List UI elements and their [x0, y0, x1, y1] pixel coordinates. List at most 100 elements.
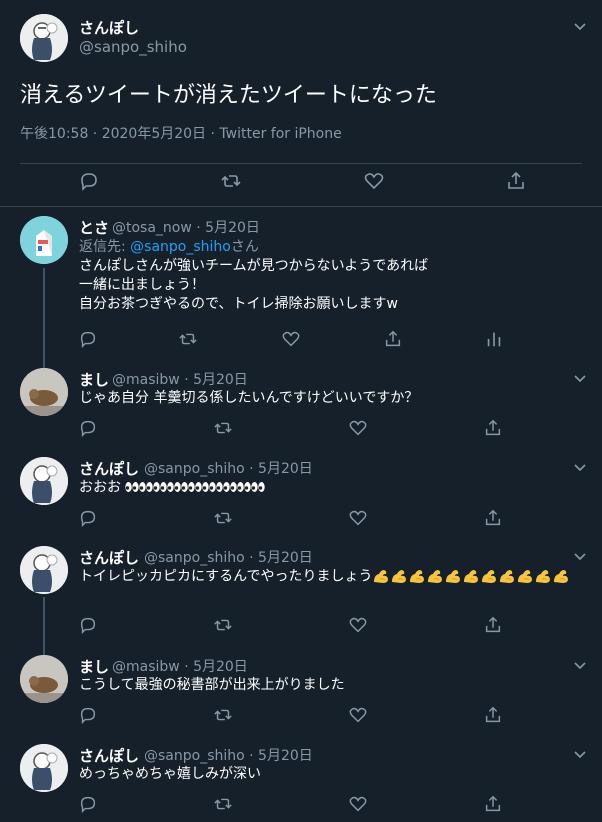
- tweet-text-line: おおお: [79, 479, 121, 496]
- avatar[interactable]: [20, 546, 68, 594]
- like-icon[interactable]: [348, 418, 368, 438]
- eyes-emoji-strip: [125, 478, 266, 497]
- reply-to-handle-link[interactable]: @sanpo_shiho: [130, 239, 231, 255]
- eyes-emoji: [153, 482, 168, 492]
- like-icon[interactable]: [348, 508, 368, 528]
- reply-icon[interactable]: [78, 170, 100, 192]
- author-name[interactable]: さんぽし: [79, 745, 139, 766]
- eyes-emoji: [195, 482, 210, 492]
- avatar[interactable]: [20, 457, 68, 505]
- reply-body: トイレピッカピカにするんでやったりましょう: [79, 567, 579, 587]
- reply-icon[interactable]: [78, 418, 98, 438]
- eyes-emoji: [223, 482, 238, 492]
- author-name[interactable]: さんぽし: [79, 17, 139, 38]
- thread-line: [43, 597, 45, 655]
- avatar[interactable]: [20, 14, 68, 62]
- author-name[interactable]: さんぽし: [79, 547, 139, 568]
- share-icon[interactable]: [483, 418, 503, 438]
- share-icon[interactable]: [483, 508, 503, 528]
- retweet-icon[interactable]: [213, 705, 233, 725]
- author-name[interactable]: まし: [79, 369, 109, 390]
- tweet-text: 消えるツイートが消えたツイートになった: [20, 83, 437, 108]
- author-meta[interactable]: @sanpo_shiho · 5月20日: [144, 458, 313, 478]
- flexed-biceps-emoji: [482, 570, 497, 583]
- retweet-icon[interactable]: [213, 508, 233, 528]
- tweet-text-line: めっちゃめちゃ嬉しみが深い: [79, 766, 261, 782]
- flexed-biceps-emoji: [410, 570, 425, 583]
- flexed-biceps-emoji: [392, 570, 407, 583]
- retweet-icon[interactable]: [178, 329, 198, 349]
- eyes-emoji: [209, 482, 224, 492]
- reply-icon[interactable]: [78, 615, 98, 635]
- chevron-down-icon[interactable]: [570, 546, 590, 566]
- share-icon[interactable]: [483, 794, 503, 814]
- chevron-down-icon[interactable]: [570, 744, 590, 764]
- author-meta[interactable]: @masibw · 5月20日: [112, 656, 248, 676]
- reply-body: こうして最強の秘書部が出来上がりました: [79, 676, 345, 695]
- flexed-biceps-emoji: [518, 570, 533, 583]
- analytics-icon[interactable]: [484, 329, 504, 349]
- flexed-biceps-emoji-strip: [372, 567, 570, 586]
- chevron-down-icon[interactable]: [570, 457, 590, 477]
- chevron-down-icon[interactable]: [570, 16, 590, 36]
- reply-body: おおお: [79, 478, 266, 498]
- chevron-down-icon[interactable]: [570, 655, 590, 675]
- author-name[interactable]: とさ: [79, 217, 109, 238]
- tweet-text-line: 一緒に出ましょう！: [79, 277, 205, 293]
- retweet-icon[interactable]: [213, 615, 233, 635]
- flexed-biceps-emoji: [428, 570, 443, 583]
- flexed-biceps-emoji: [554, 570, 569, 583]
- author-meta[interactable]: @sanpo_shiho · 5月20日: [144, 745, 313, 765]
- like-icon[interactable]: [281, 329, 301, 349]
- tweet-text-line: さんぽしさんが強いチームが見つからないようであれば: [79, 258, 429, 274]
- share-icon[interactable]: [483, 705, 503, 725]
- reply-body: 返信先: @sanpo_shihoさん さんぽしさんが強いチームが見つからないよ…: [79, 238, 428, 314]
- retweet-icon[interactable]: [220, 170, 242, 192]
- flexed-biceps-emoji: [536, 570, 551, 583]
- avatar[interactable]: [20, 655, 68, 703]
- chevron-down-icon[interactable]: [570, 368, 590, 388]
- flexed-biceps-emoji: [446, 570, 461, 583]
- retweet-icon[interactable]: [213, 418, 233, 438]
- tweet-text-line: じゃあ自分 羊羹切る係したいんですけどいいですか？: [79, 390, 419, 406]
- reply-icon[interactable]: [78, 508, 98, 528]
- like-icon[interactable]: [363, 170, 385, 192]
- retweet-icon[interactable]: [213, 794, 233, 814]
- tweet-text-line: 自分お茶つぎやるので、トイレ掃除お願いしますw: [79, 296, 398, 312]
- flexed-biceps-emoji: [464, 570, 479, 583]
- eyes-emoji: [237, 482, 252, 492]
- divider: [20, 163, 582, 164]
- reply-body: じゃあ自分 羊羹切る係したいんですけどいいですか？: [79, 389, 418, 408]
- flexed-biceps-emoji: [374, 570, 389, 583]
- author-meta[interactable]: @sanpo_shiho · 5月20日: [144, 547, 313, 567]
- eyes-emoji: [139, 482, 154, 492]
- author-meta[interactable]: @tosa_now · 5月20日: [112, 217, 260, 237]
- reply-body: めっちゃめちゃ嬉しみが深い: [79, 765, 261, 784]
- reply-icon[interactable]: [78, 794, 98, 814]
- share-icon[interactable]: [483, 615, 503, 635]
- share-icon[interactable]: [505, 170, 527, 192]
- reply-icon[interactable]: [78, 705, 98, 725]
- eyes-emoji: [181, 482, 196, 492]
- thread-line: [43, 268, 45, 368]
- author-name[interactable]: まし: [79, 656, 109, 677]
- share-icon[interactable]: [383, 329, 403, 349]
- eyes-emoji: [167, 482, 182, 492]
- main-tweet: さんぽし @sanpo_shiho 消えるツイートが消えたツイートになった 午後…: [0, 0, 602, 207]
- like-icon[interactable]: [348, 705, 368, 725]
- like-icon[interactable]: [348, 794, 368, 814]
- author-handle[interactable]: @sanpo_shiho: [79, 38, 187, 56]
- avatar[interactable]: [20, 368, 68, 416]
- reply-icon[interactable]: [78, 329, 98, 349]
- reply-to-suffix: さん: [230, 239, 259, 255]
- author-meta[interactable]: @masibw · 5月20日: [112, 369, 248, 389]
- avatar[interactable]: [20, 216, 68, 264]
- tweet-text-line: トイレピッカピカにするんでやったりましょう: [79, 568, 373, 585]
- author-name[interactable]: さんぽし: [79, 458, 139, 479]
- like-icon[interactable]: [348, 615, 368, 635]
- eyes-emoji: [125, 482, 140, 492]
- tweet-timestamp[interactable]: 午後10:58 · 2020年5月20日 · Twitter for iPhon…: [20, 123, 342, 143]
- tweet-text-line: こうして最強の秘書部が出来上がりました: [79, 677, 345, 693]
- avatar[interactable]: [20, 744, 68, 792]
- eyes-emoji: [251, 482, 266, 492]
